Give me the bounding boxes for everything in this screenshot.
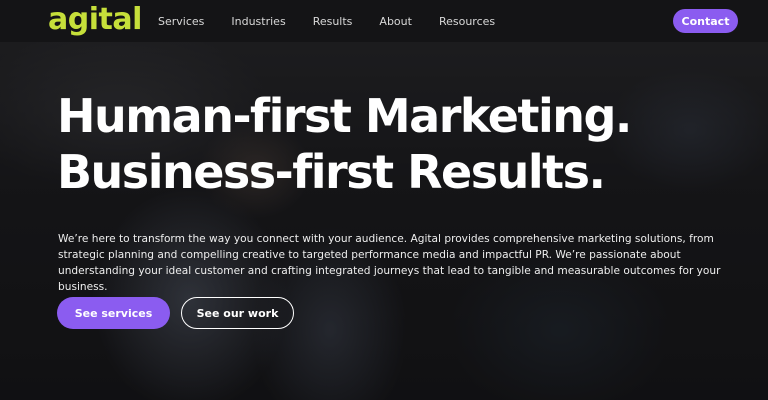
see-our-work-button[interactable]: See our work xyxy=(181,297,294,329)
hero-headline-line-1: Human-first Marketing. xyxy=(57,89,632,143)
nav-item-industries[interactable]: Industries xyxy=(231,15,285,28)
main-nav: Services Industries Results About Resour… xyxy=(158,0,522,42)
contact-button[interactable]: Contact xyxy=(673,9,738,33)
hero-description: We’re here to transform the way you conn… xyxy=(58,233,721,293)
hero-headline: Human-first Marketing. Business-first Re… xyxy=(57,88,632,200)
hero-headline-line-2: Business-first Results. xyxy=(57,145,606,199)
hero-background-overlay xyxy=(0,0,768,400)
nav-item-resources[interactable]: Resources xyxy=(439,15,495,28)
nav-item-services[interactable]: Services xyxy=(158,15,204,28)
agital-logo[interactable]: agital xyxy=(48,2,142,38)
page: agital Services Industries Results About… xyxy=(0,0,768,400)
site-header: agital Services Industries Results About… xyxy=(0,0,768,42)
nav-item-about[interactable]: About xyxy=(379,15,412,28)
nav-item-results[interactable]: Results xyxy=(313,15,353,28)
see-services-button[interactable]: See services xyxy=(57,297,170,329)
